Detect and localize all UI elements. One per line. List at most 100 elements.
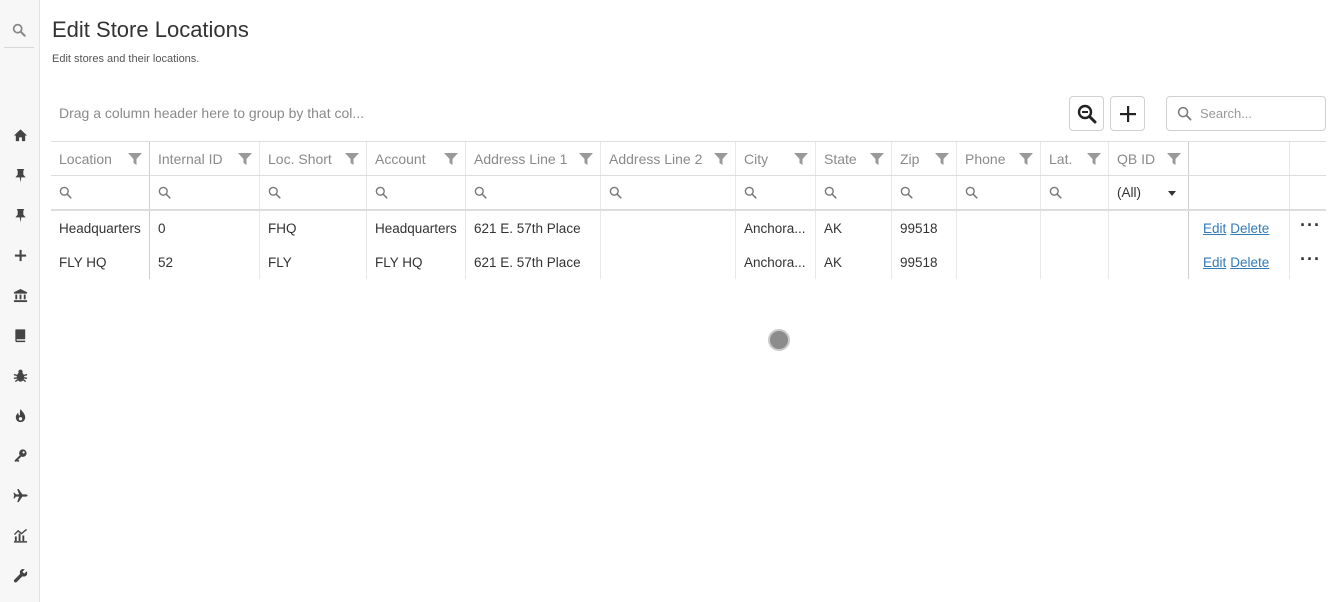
cell-lat — [1041, 245, 1109, 279]
column-header-qb-id[interactable]: QB ID — [1109, 142, 1189, 175]
column-header-city[interactable]: City — [736, 142, 816, 175]
page-title: Edit Store Locations — [52, 17, 249, 42]
plus-icon — [14, 249, 26, 261]
sidebar-item-home[interactable] — [0, 124, 40, 146]
key-icon — [13, 448, 27, 462]
page-subtitle: Edit stores and their locations. — [52, 53, 200, 65]
sidebar-item-pin-2[interactable] — [0, 204, 40, 226]
cell-phone — [957, 245, 1041, 279]
cell-more: ··· — [1290, 211, 1326, 245]
cell-actions: Edit Delete — [1189, 211, 1290, 245]
loading-indicator — [768, 329, 790, 351]
filter-icon[interactable] — [345, 153, 359, 165]
wrench-icon — [13, 568, 27, 582]
grid-header-row: Location Internal ID Loc. Short Account … — [51, 141, 1326, 176]
column-header-lat[interactable]: Lat. — [1041, 142, 1109, 175]
cell-phone — [957, 211, 1041, 245]
column-header-phone[interactable]: Phone — [957, 142, 1041, 175]
cell-address-line-1: 621 E. 57th Place — [466, 245, 601, 279]
filter-icon[interactable] — [794, 153, 808, 165]
column-header-account[interactable]: Account — [367, 142, 466, 175]
sidebar-search-button[interactable] — [4, 16, 34, 48]
filter-cell-city[interactable] — [736, 176, 816, 209]
sidebar-item-wrench[interactable] — [0, 564, 40, 586]
grid-filter-row: (All) — [51, 176, 1326, 211]
filter-cell-loc-short[interactable] — [260, 176, 367, 209]
chart-icon — [13, 528, 27, 543]
filter-cell-zip[interactable] — [892, 176, 957, 209]
cell-city: Anchora... — [736, 211, 816, 245]
filter-icon[interactable] — [1019, 153, 1033, 165]
sidebar-item-bank[interactable] — [0, 284, 40, 306]
delete-link[interactable]: Delete — [1230, 255, 1269, 270]
more-options-icon[interactable]: ··· — [1300, 216, 1321, 234]
column-header-label: Account — [375, 150, 426, 167]
filter-icon[interactable] — [1087, 153, 1101, 165]
filter-cell-state[interactable] — [816, 176, 892, 209]
column-header-label: Lat. — [1049, 150, 1073, 167]
sidebar-item-book[interactable] — [0, 324, 40, 346]
more-options-icon[interactable]: ··· — [1300, 250, 1321, 268]
sidebar-item-plane[interactable] — [0, 484, 40, 506]
group-panel[interactable]: Drag a column header here to group by th… — [59, 105, 364, 121]
caret-down-icon — [1168, 191, 1176, 196]
table-row[interactable]: Headquarters 0 FHQ Headquarters 621 E. 5… — [51, 211, 1326, 245]
column-header-location[interactable]: Location — [51, 142, 150, 175]
sidebar-item-fire[interactable] — [0, 404, 40, 426]
column-header-address-line-2[interactable]: Address Line 2 — [601, 142, 736, 175]
sidebar-item-add[interactable] — [0, 244, 40, 266]
qbid-filter-value: (All) — [1117, 185, 1141, 200]
filter-icon[interactable] — [714, 153, 728, 165]
search-icon — [59, 186, 72, 199]
search-icon — [824, 186, 837, 199]
column-header-label: City — [744, 150, 769, 167]
edit-link[interactable]: Edit — [1203, 255, 1226, 270]
filter-icon[interactable] — [579, 153, 593, 165]
filter-cell-location[interactable] — [51, 176, 150, 209]
zoom-out-button[interactable] — [1069, 96, 1104, 131]
search-icon — [12, 23, 26, 37]
filter-cell-qb-id[interactable]: (All) — [1109, 176, 1189, 209]
filter-icon[interactable] — [128, 153, 142, 165]
column-header-label: QB ID — [1117, 150, 1156, 167]
filter-cell-phone[interactable] — [957, 176, 1041, 209]
column-header-address-line-1[interactable]: Address Line 1 — [466, 142, 601, 175]
book-icon — [14, 328, 25, 342]
column-header-zip[interactable]: Zip — [892, 142, 957, 175]
cell-account: FLY HQ — [367, 245, 466, 279]
search-icon — [900, 186, 913, 199]
grid-search-input[interactable] — [1200, 106, 1320, 121]
filter-icon[interactable] — [444, 153, 458, 165]
bug-icon — [13, 369, 27, 382]
cell-address-line-1: 621 E. 57th Place — [466, 211, 601, 245]
cell-zip: 99518 — [892, 245, 957, 279]
filter-icon[interactable] — [1167, 153, 1181, 165]
column-header-internal-id[interactable]: Internal ID — [150, 142, 260, 175]
add-row-button[interactable] — [1110, 96, 1145, 131]
column-header-loc-short[interactable]: Loc. Short — [260, 142, 367, 175]
cell-zip: 99518 — [892, 211, 957, 245]
search-icon — [744, 186, 757, 199]
sidebar-item-chart[interactable] — [0, 524, 40, 546]
sidebar-item-key[interactable] — [0, 444, 40, 466]
column-header-state[interactable]: State — [816, 142, 892, 175]
delete-link[interactable]: Delete — [1230, 221, 1269, 236]
filter-cell-address-line-2[interactable] — [601, 176, 736, 209]
filter-cell-address-line-1[interactable] — [466, 176, 601, 209]
filter-cell-lat[interactable] — [1041, 176, 1109, 209]
sidebar-item-pin-1[interactable] — [0, 164, 40, 186]
pin-icon — [14, 208, 26, 223]
filter-cell-account[interactable] — [367, 176, 466, 209]
pin-icon — [14, 168, 26, 183]
sidebar-item-bug[interactable] — [0, 364, 40, 386]
table-row[interactable]: FLY HQ 52 FLY FLY HQ 621 E. 57th Place A… — [51, 245, 1326, 279]
filter-icon[interactable] — [935, 153, 949, 165]
cell-lat — [1041, 211, 1109, 245]
filter-icon[interactable] — [238, 153, 252, 165]
filter-icon[interactable] — [870, 153, 884, 165]
edit-link[interactable]: Edit — [1203, 221, 1226, 236]
cell-location: FLY HQ — [51, 245, 150, 279]
plus-icon — [1119, 105, 1136, 122]
filter-cell-internal-id[interactable] — [150, 176, 260, 209]
cell-qb-id — [1109, 245, 1189, 279]
